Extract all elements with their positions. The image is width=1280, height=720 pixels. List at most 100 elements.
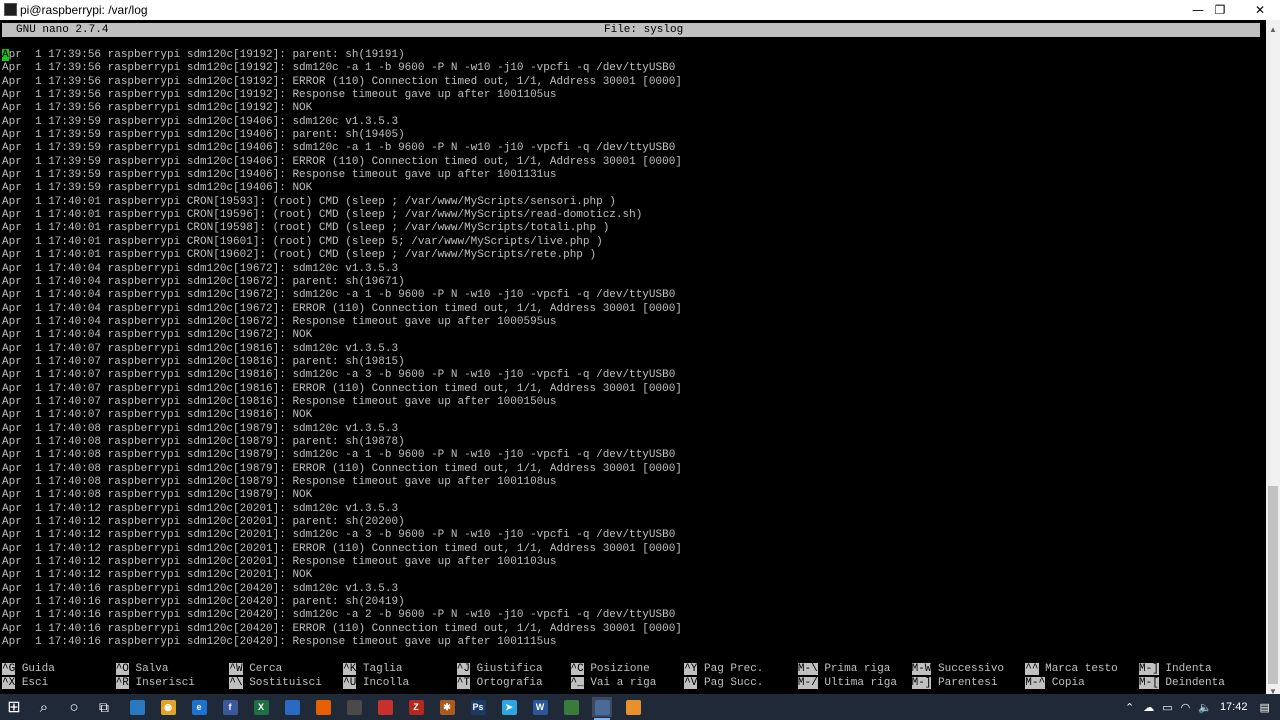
shortcut-label: Marca testo xyxy=(1045,663,1118,675)
tray-chevron-icon[interactable]: ⌃ xyxy=(1125,701,1134,714)
shortcut-bar: ^G Guida ^X Esci ^O Salva ^R Inserisci ^W Ce… xyxy=(2,663,1264,691)
file-explorer-icon[interactable] xyxy=(127,697,147,717)
shortcut-label: Pag Succ. xyxy=(704,676,764,689)
shortcut-key: ^V xyxy=(684,676,698,689)
shortcut-item[interactable]: ^\ Sostituisci xyxy=(229,676,322,691)
network-app-icon[interactable] xyxy=(561,697,581,717)
shortcut-label: Giustifica xyxy=(476,663,543,675)
shortcut-label: Sostituisci xyxy=(249,676,322,689)
taskbar-app-glyph: ✱ xyxy=(439,699,455,715)
search-icon[interactable]: ⌕ xyxy=(34,697,54,717)
edge-icon[interactable]: e xyxy=(189,697,209,717)
taskbar-app-glyph: ➤ xyxy=(501,699,517,715)
terminal-area[interactable]: GNU nano 2.7.4 File: syslog Apr 1 17:39:… xyxy=(0,20,1266,700)
shortcut-key: ^J xyxy=(456,663,470,675)
shortcut-label: Parentesi xyxy=(938,676,998,689)
shortcut-item[interactable]: ^K Taglia xyxy=(343,663,403,677)
log-line: Apr 1 17:40:08 raspberrypi sdm120c[19879… xyxy=(2,476,557,488)
shortcut-item[interactable]: M-W Successivo xyxy=(911,663,1004,677)
shortcut-label: Indenta xyxy=(1165,663,1212,675)
shortcut-item[interactable]: ^_ Vai a riga xyxy=(570,676,657,691)
shortcut-item[interactable]: M-^ Copia xyxy=(1025,676,1085,691)
excel-icon[interactable]: X xyxy=(251,697,271,717)
wifi-icon[interactable]: ◠ xyxy=(1181,701,1191,714)
notifications-icon[interactable]: ▤ xyxy=(1259,701,1269,714)
task-view-icon[interactable]: ⧉ xyxy=(94,697,114,717)
vertical-scrollbar[interactable]: ▲ ▼ xyxy=(1266,20,1280,700)
shortcut-item[interactable]: ^W Cerca xyxy=(229,663,282,677)
shortcut-item[interactable]: M-] Parentesi xyxy=(911,676,998,691)
shortcut-item[interactable]: ^C Posizione xyxy=(570,663,650,677)
log-line: Apr 1 17:40:12 raspberrypi sdm120c[20201… xyxy=(2,569,313,582)
word-icon[interactable]: W xyxy=(530,697,550,717)
shortcut-item[interactable]: ^U Incolla xyxy=(343,676,410,691)
log-line: Apr 1 17:40:07 raspberrypi sdm120c[19816… xyxy=(2,409,313,422)
battery-icon[interactable]: ▭ xyxy=(1162,701,1172,714)
log-line: Apr 1 17:40:04 raspberrypi sdm120c[19672… xyxy=(2,329,313,342)
log-line: Apr 1 17:40:04 raspberrypi sdm120c[19672… xyxy=(2,262,399,275)
shortcut-label: Cerca xyxy=(249,663,283,675)
taskbar-app-glyph xyxy=(377,699,393,715)
shortcut-label: Ortografia xyxy=(476,676,543,689)
photoshop-icon[interactable]: Ps xyxy=(468,697,488,717)
clock[interactable]: 17:42 xyxy=(1220,701,1248,713)
orange-app-icon[interactable] xyxy=(623,697,643,717)
log-line: Apr 1 17:40:07 raspberrypi sdm120c[19816… xyxy=(2,355,405,368)
facebook-icon[interactable]: f xyxy=(220,697,240,717)
shortcut-label: Incolla xyxy=(362,676,410,689)
shortcut-item[interactable]: M-/ Ultima riga xyxy=(797,676,897,691)
shortcut-key: M-^ xyxy=(1025,676,1046,689)
log-line: Apr 1 17:40:07 raspberrypi sdm120c[19816… xyxy=(2,369,676,382)
volume-icon[interactable]: 🔈 xyxy=(1198,701,1212,714)
shortcut-label: Pag Prec. xyxy=(704,663,764,675)
scroll-up-icon[interactable]: ▲ xyxy=(1266,22,1280,36)
cortana-icon[interactable]: ○ xyxy=(64,697,84,717)
firefox-icon[interactable] xyxy=(313,697,333,717)
maximize-button[interactable]: ❐ xyxy=(1200,0,1240,20)
shortcut-item[interactable]: M-[ Deindenta xyxy=(1139,676,1225,691)
close-button[interactable]: ✕ xyxy=(1240,0,1280,20)
vm-icon[interactable] xyxy=(344,697,364,717)
log-line: Apr 1 17:40:01 raspberrypi CRON[19602]: … xyxy=(2,249,597,262)
shortcut-item[interactable]: ^G Guida xyxy=(2,663,55,677)
shortcut-label: Deindenta xyxy=(1165,676,1225,689)
shortcut-item[interactable]: M-] Indenta xyxy=(1139,663,1212,677)
log-line: Apr 1 17:39:59 raspberrypi sdm120c[19406… xyxy=(2,182,313,195)
shortcut-item[interactable]: ^Y Pag Prec. xyxy=(684,663,763,677)
log-line: Apr 1 17:40:01 raspberrypi CRON[19598]: … xyxy=(2,222,610,235)
shortcut-key: M-W xyxy=(911,663,932,675)
shortcut-item[interactable]: ^J Giustifica xyxy=(456,663,543,677)
shortcut-label: Salva xyxy=(135,663,169,675)
onedrive-tray-icon[interactable]: ☁ xyxy=(1143,701,1154,714)
shortcut-item[interactable]: ^T Ortografia xyxy=(456,676,543,691)
shortcut-item[interactable]: ^O Salva xyxy=(115,663,169,677)
putty-icon[interactable] xyxy=(592,697,612,720)
shortcut-key: ^U xyxy=(343,676,357,689)
shortcut-label: Vai a riga xyxy=(590,676,657,689)
onedrive-icon[interactable] xyxy=(282,697,302,717)
log-content[interactable]: Apr 1 17:39:56 raspberrypi sdm120c[19192… xyxy=(2,49,682,649)
log-line: Apr 1 17:39:56 raspberrypi sdm120c[19192… xyxy=(2,62,676,75)
chrome-icon[interactable]: ◉ xyxy=(158,697,178,717)
shortcut-key: ^G xyxy=(2,663,16,675)
nano-version: GNU nano 2.7.4 xyxy=(16,24,109,36)
shortcut-item[interactable]: ^^ Marca testo xyxy=(1025,663,1118,677)
log-line: Apr 1 17:40:12 raspberrypi sdm120c[20201… xyxy=(2,516,405,529)
telegram-icon[interactable]: ➤ xyxy=(499,697,519,717)
log-line: Apr 1 17:40:16 raspberrypi sdm120c[20420… xyxy=(2,636,557,649)
box-app-icon[interactable] xyxy=(375,697,395,717)
shortcut-key: ^C xyxy=(570,663,584,675)
taskbar-app-glyph: Z xyxy=(408,699,424,715)
scrollbar-thumb[interactable] xyxy=(1268,486,1278,684)
log-line: Apr 1 17:40:16 raspberrypi sdm120c[20420… xyxy=(2,596,405,609)
log-line: Apr 1 17:39:59 raspberrypi sdm120c[19406… xyxy=(2,169,557,182)
shortcut-item[interactable]: ^R Inserisci xyxy=(115,676,195,691)
settings-app-icon[interactable]: ✱ xyxy=(437,697,457,717)
shortcut-item[interactable]: M-\ Prima riga xyxy=(797,663,890,677)
shortcut-item[interactable]: ^V Pag Succ. xyxy=(684,676,764,691)
log-line: Apr 1 17:39:59 raspberrypi sdm120c[19406… xyxy=(2,155,682,168)
filezilla-icon[interactable]: Z xyxy=(406,697,426,717)
shortcut-item[interactable]: ^X Esci xyxy=(2,676,48,691)
window-titlebar[interactable]: pi@raspberrypi: /var/log — ❐ ✕ xyxy=(0,0,1280,20)
start-button[interactable]: ⊞ xyxy=(4,697,24,717)
